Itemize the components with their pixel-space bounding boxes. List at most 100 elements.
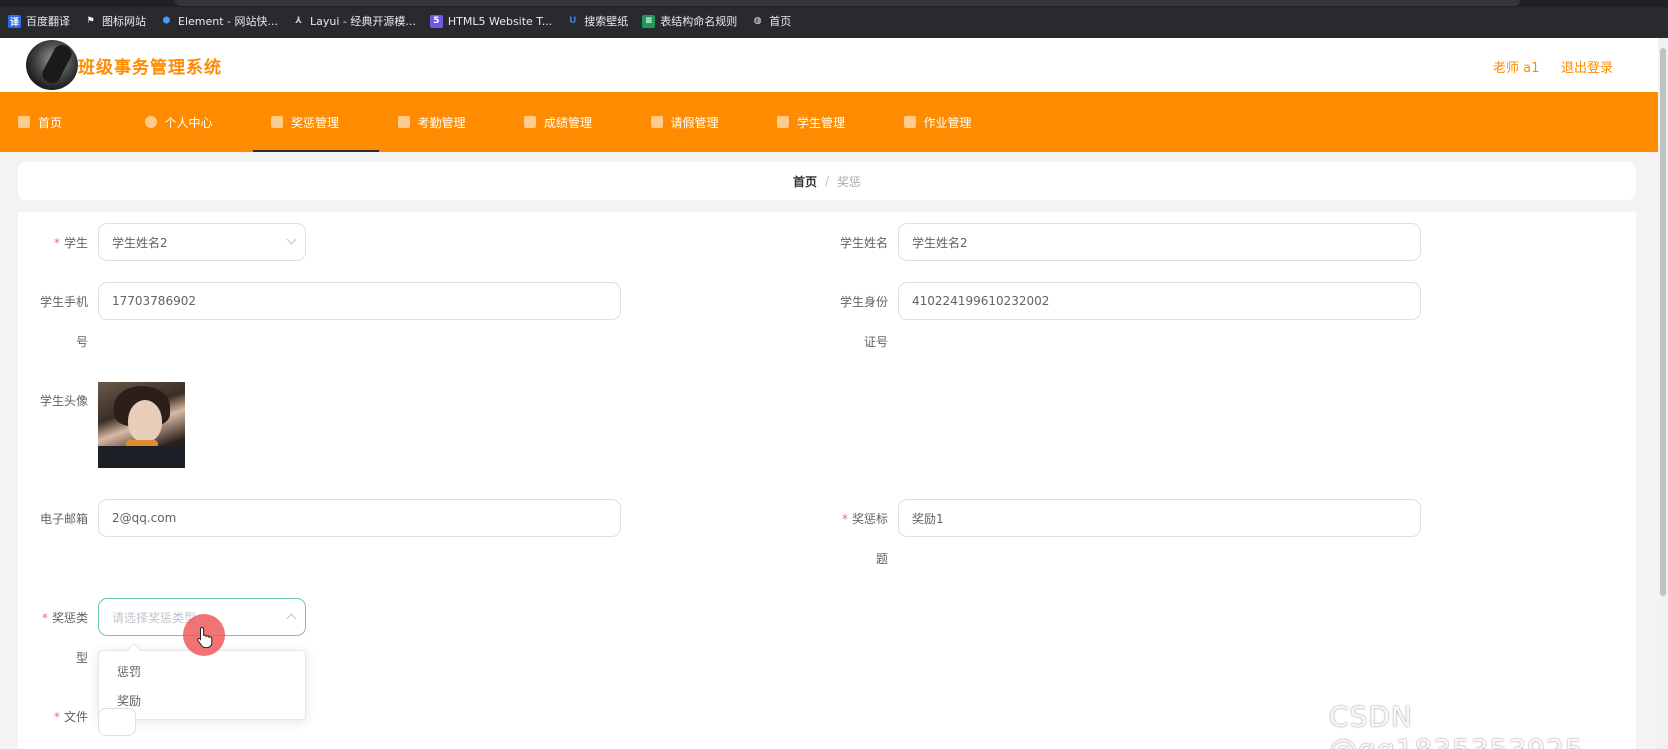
leave-icon xyxy=(650,116,663,128)
watermark: CSDN @qq1835353925 xyxy=(1329,700,1583,749)
breadcrumb-home[interactable]: 首页 xyxy=(793,173,817,190)
bookmark-layui[interactable]: ⅄ Layui - 经典开源模... xyxy=(292,13,416,29)
bookmark-label: 首页 xyxy=(769,15,792,28)
bookmark-label: 搜索壁纸 xyxy=(584,15,629,28)
logout-link[interactable]: 退出登录 xyxy=(1561,57,1613,76)
label-text: 文件 xyxy=(63,710,88,724)
bookmark-icon-site[interactable]: ⚑ 图标网站 xyxy=(84,13,146,29)
nav-label: 成绩管理 xyxy=(544,115,593,130)
address-bar[interactable] xyxy=(175,0,1520,6)
element-icon: ⬢ xyxy=(162,16,171,26)
bookmark-baidu-translate[interactable]: 译 百度翻译 xyxy=(8,13,70,29)
option-punishment[interactable]: 惩罚 xyxy=(117,663,141,680)
nav-item-homework[interactable]: 作业管理 xyxy=(886,92,1013,152)
nav-item-attendance[interactable]: 考勤管理 xyxy=(380,92,507,152)
flag-icon: ⚑ xyxy=(86,16,95,26)
nav-label: 考勤管理 xyxy=(417,115,466,130)
student-label: * 学生 xyxy=(50,235,88,251)
nav-item-home[interactable]: 首页 xyxy=(0,92,127,152)
hand-cursor-icon xyxy=(197,626,213,648)
layui-icon: ⅄ xyxy=(295,16,302,26)
bookmark-label: 图标网站 xyxy=(102,15,146,28)
option-reward[interactable]: 奖励 xyxy=(117,692,141,709)
nav-item-grades[interactable]: 成绩管理 xyxy=(506,92,633,152)
student-avatar[interactable] xyxy=(98,382,185,468)
nav-item-leave[interactable]: 请假管理 xyxy=(633,92,760,152)
bookmark-html5[interactable]: 5 HTML5 Website T... xyxy=(429,14,553,28)
idcard-value: 410224199610232002 xyxy=(912,294,1050,308)
label-text: 奖惩类 xyxy=(51,611,88,625)
scrollbar-thumb[interactable] xyxy=(1660,48,1666,596)
bookmark-home[interactable]: ◍ 首页 xyxy=(751,13,791,29)
student-select-value: 学生姓名2 xyxy=(112,235,168,250)
current-user[interactable]: 老师 a1 xyxy=(1493,57,1539,76)
bookmark-wallpaper[interactable]: U 搜索壁纸 xyxy=(566,13,628,29)
student-select[interactable]: 学生姓名2 xyxy=(98,223,306,261)
reward-title-label: * 奖惩标 xyxy=(820,511,888,527)
site-title: 班级事务管理系统 xyxy=(78,58,222,78)
globe-icon: ◍ xyxy=(753,16,762,26)
email-input[interactable]: 2@qq.com xyxy=(98,499,621,537)
breadcrumb-current: 奖惩 xyxy=(837,174,862,189)
idcard-label-cont: 证号 xyxy=(863,335,888,349)
nav-item-rewards[interactable]: 奖惩管理 xyxy=(253,92,380,152)
idcard-input[interactable]: 410224199610232002 xyxy=(898,282,1421,320)
reward-type-label-cont: 型 xyxy=(75,651,88,665)
bookmark-label: Element - 网站快... xyxy=(178,15,278,28)
chevron-up-icon xyxy=(286,613,297,624)
reward-type-label: * 奖惩类 xyxy=(20,610,88,626)
html5-icon: 5 xyxy=(429,14,443,28)
user-icon xyxy=(144,116,157,128)
file-label: * 文件 xyxy=(50,709,88,725)
required-mark: * xyxy=(53,710,60,724)
homework-icon xyxy=(903,116,916,128)
label-text: 学生 xyxy=(63,236,88,250)
student-icon xyxy=(777,116,789,128)
breadcrumb: 首页 / 奖惩 xyxy=(18,162,1636,200)
list-icon xyxy=(397,116,410,128)
email-value: 2@qq.com xyxy=(112,511,177,525)
chevron-down-icon xyxy=(286,234,297,245)
idcard-label: 学生身份 xyxy=(839,295,888,309)
avatar-label: 学生头像 xyxy=(39,394,88,408)
file-upload-button[interactable] xyxy=(98,708,136,736)
bookmark-element[interactable]: ⬢ Element - 网站快... xyxy=(160,13,278,29)
main-nav: 首页 个人中心 奖惩管理 考勤管理 成绩管理 请假管理 学生管理 作业管理 xyxy=(0,92,1658,152)
reward-title-input[interactable]: 奖励1 xyxy=(898,499,1421,537)
bookmark-label: HTML5 Website T... xyxy=(447,14,553,28)
bookmark-label: 表结构命名规则 xyxy=(660,15,738,28)
bookmark-label: 百度翻译 xyxy=(26,15,70,28)
sheet-icon: ≡ xyxy=(642,14,656,28)
breadcrumb-separator: / xyxy=(824,174,830,188)
student-name-value: 学生姓名2 xyxy=(912,235,968,250)
nav-label: 首页 xyxy=(38,115,63,130)
required-mark: * xyxy=(841,512,848,526)
avatar-coat xyxy=(98,446,185,468)
bookmark-list: 译 百度翻译 ⚑ 图标网站 ⬢ Element - 网站快... ⅄ Layui… xyxy=(8,13,791,29)
nav-label: 请假管理 xyxy=(670,115,719,130)
reward-title-value: 奖励1 xyxy=(912,511,944,526)
page-scrollbar[interactable] xyxy=(1658,38,1668,749)
phone-input[interactable]: 17703786902 xyxy=(98,282,621,320)
bookmark-table-naming[interactable]: ≡ 表结构命名规则 xyxy=(642,13,737,29)
reward-title-label-cont: 题 xyxy=(875,552,888,566)
translate-icon: 译 xyxy=(8,14,21,28)
required-mark: * xyxy=(41,611,48,625)
nav-item-profile[interactable]: 个人中心 xyxy=(127,92,254,152)
reward-type-placeholder: 请选择奖惩类型 xyxy=(112,610,197,625)
student-name-input[interactable]: 学生姓名2 xyxy=(898,223,1421,261)
email-label: 电子邮箱 xyxy=(39,512,88,526)
phone-value: 17703786902 xyxy=(112,294,196,308)
phone-label: 学生手机 xyxy=(39,295,88,309)
label-text: 奖惩标 xyxy=(851,512,888,526)
bookmark-label: Layui - 经典开源模... xyxy=(310,15,416,28)
briefcase-icon xyxy=(271,116,283,128)
grades-icon xyxy=(524,116,536,128)
bookmarks-bar: 译 百度翻译 ⚑ 图标网站 ⬢ Element - 网站快... ⅄ Layui… xyxy=(0,0,1668,38)
required-mark: * xyxy=(53,236,60,250)
nav-item-students[interactable]: 学生管理 xyxy=(759,92,886,152)
home-icon xyxy=(18,116,30,128)
site-header: 班级事务管理系统 老师 a1 退出登录 xyxy=(0,38,1658,92)
site-logo xyxy=(26,40,78,90)
phone-label-cont: 号 xyxy=(75,335,88,349)
